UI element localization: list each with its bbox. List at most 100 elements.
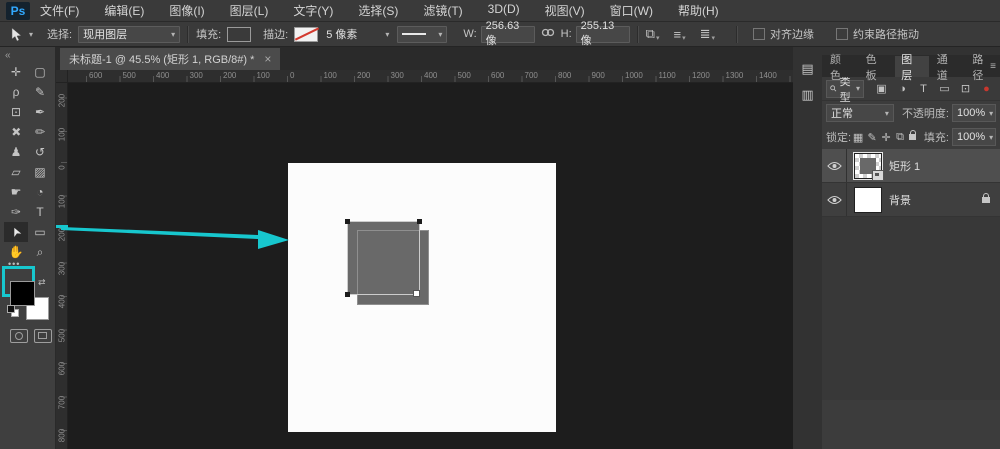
fill-swatch[interactable]	[227, 26, 252, 42]
options-divider	[736, 25, 738, 43]
eraser-tool[interactable]: ▱	[4, 162, 28, 182]
menu-item[interactable]: 文字(Y)	[293, 2, 333, 19]
stroke-size-chevron-icon[interactable]: ▾	[385, 30, 389, 39]
layer-list: 矩形 1 背景	[822, 149, 1000, 400]
healing-brush-tool[interactable]: ✚	[4, 122, 28, 142]
tab-close-icon[interactable]: ×	[264, 52, 271, 66]
path-operations-chevron-icon: ▾	[655, 35, 660, 42]
stroke-size-value[interactable]: 5 像素	[326, 26, 357, 42]
align-edges-checkbox[interactable]	[753, 28, 765, 40]
panel-tab-色板[interactable]: 色板	[860, 54, 894, 82]
constrain-path-checkbox[interactable]	[836, 28, 848, 40]
layer-name[interactable]: 矩形 1	[889, 158, 920, 174]
ruler-label: 400	[57, 294, 67, 309]
panel-tab-颜色[interactable]: 颜色	[824, 54, 858, 82]
path-arrangement-icon: ≣	[699, 26, 711, 41]
horizontal-ruler[interactable]: 600 500 400 300 200 100 0 100 200 300 400 500 600 700…	[68, 70, 793, 83]
quick-selection-tool[interactable]: ✎	[28, 82, 52, 102]
crop-tool[interactable]: ⊡	[4, 102, 28, 122]
panel-tab-通道[interactable]: 通道	[931, 54, 965, 82]
path-selection-tool[interactable]: ➤	[4, 222, 28, 242]
layer-row-background[interactable]: 背景	[822, 183, 1000, 217]
menu-item[interactable]: 帮助(H)	[678, 2, 719, 19]
panel-menu-icon[interactable]: ≡	[990, 61, 996, 72]
width-input[interactable]: 256.63像	[480, 20, 535, 47]
layer-thumbnail[interactable]	[854, 186, 882, 213]
lock-position-icon[interactable]: ✛	[880, 131, 892, 144]
path-operations-button[interactable]: ⧉ ▾	[646, 26, 660, 42]
lasso-tool-icon: ρ	[12, 85, 20, 99]
lock-all-icon[interactable]	[909, 130, 916, 140]
eye-icon	[826, 195, 842, 204]
layer-visibility-toggle[interactable]	[822, 183, 847, 216]
collapsed-panel-history-icon[interactable]: ▤	[799, 61, 816, 76]
history-brush-tool[interactable]: ↺	[28, 142, 52, 162]
ruler-corner[interactable]	[56, 70, 68, 83]
opacity-input[interactable]: 100% ▾	[952, 104, 996, 122]
menu-item[interactable]: 视图(V)	[545, 2, 585, 19]
height-input[interactable]: 255.13像	[575, 20, 630, 47]
panel-fill-input[interactable]: 100% ▾	[951, 128, 996, 146]
menu-item[interactable]: 选择(S)	[358, 2, 398, 19]
zoom-tool[interactable]: ⌕	[28, 242, 52, 262]
opacity-chevron-icon: ▾	[989, 108, 994, 118]
dodge-tool[interactable]: ◔	[28, 182, 52, 202]
photoshop-logo: Ps	[6, 1, 30, 20]
path-alignment-button[interactable]: ≡ ▾	[673, 27, 685, 42]
pen-tool[interactable]: ✑	[4, 202, 28, 222]
vertical-ruler[interactable]: 200 100 0 100 200 300 400 500 600 700 800	[56, 83, 68, 449]
quick-mask-button[interactable]	[10, 329, 28, 343]
stroke-style-dropdown[interactable]: ▾	[397, 25, 448, 43]
quick-selection-tool-icon: ✎	[34, 85, 46, 99]
tool-preset-chevron-icon[interactable]: ▾	[29, 30, 33, 39]
constrain-path-label: 约束路径拖动	[853, 29, 919, 41]
path-anchor-top-right[interactable]	[417, 219, 422, 224]
opacity-label: 不透明度:	[901, 108, 949, 120]
collapsed-panel-properties-icon[interactable]: ▥	[799, 87, 816, 102]
blend-mode-dropdown[interactable]: 正常 ▾	[826, 104, 894, 122]
eyedropper-tool[interactable]: ✒	[28, 102, 52, 122]
move-tool[interactable]: ✛	[4, 62, 28, 82]
type-tool[interactable]: T	[28, 202, 52, 222]
ruler-label: 1100	[658, 71, 676, 80]
layer-name[interactable]: 背景	[889, 192, 911, 208]
document-tab[interactable]: 未标题-1 @ 45.5% (矩形 1, RGB/8#) * ×	[60, 48, 281, 70]
default-colors-icon[interactable]	[7, 305, 19, 317]
rectangular-marquee-tool[interactable]: ▢	[28, 62, 52, 82]
lasso-tool[interactable]: ρ	[4, 82, 28, 102]
menu-item[interactable]: 图层(L)	[230, 2, 269, 19]
path-anchor-bottom-left[interactable]	[345, 292, 350, 297]
swap-colors-icon[interactable]: ⇄	[38, 277, 46, 288]
link-dimensions-icon[interactable]	[541, 28, 555, 40]
smudge-tool[interactable]: ☛	[4, 182, 28, 202]
path-anchor-bottom-right[interactable]	[413, 290, 420, 297]
edit-toolbar-icon[interactable]: •••	[8, 259, 20, 269]
layer-thumbnail[interactable]	[853, 151, 884, 181]
ruler-label: 100	[57, 194, 67, 208]
gradient-tool[interactable]: ▨	[28, 162, 52, 182]
path-arrangement-button[interactable]: ≣ ▾	[700, 26, 715, 42]
layer-row-rectangle-1[interactable]: 矩形 1	[822, 149, 1000, 183]
clone-stamp-tool[interactable]: ♟	[4, 142, 28, 162]
menu-item[interactable]: 图像(I)	[169, 2, 204, 19]
lock-transparent-pixels-icon[interactable]: ▦	[852, 131, 864, 144]
menu-item[interactable]: 编辑(E)	[104, 2, 144, 19]
lock-artboard-icon[interactable]: ⧉	[894, 131, 906, 144]
menubar: Ps 文件(F) 编辑(E) 图像(I) 图层(L) 文字(Y) 选择(S) 滤镜(T) 3D…	[0, 0, 1000, 22]
rectangle-tool[interactable]: ▭	[28, 222, 52, 242]
stroke-swatch[interactable]	[294, 26, 319, 42]
menu-item[interactable]: 3D(D)	[488, 2, 520, 19]
foreground-color-swatch[interactable]	[10, 281, 35, 306]
layer-visibility-toggle[interactable]	[822, 149, 847, 182]
lock-image-pixels-icon[interactable]: ✎	[866, 131, 878, 144]
menu-item[interactable]: 文件(F)	[40, 2, 79, 19]
menu-item[interactable]: 滤镜(T)	[423, 2, 462, 19]
panel-tab-图层[interactable]: 图层	[895, 54, 929, 82]
path-anchor-top-left[interactable]	[345, 219, 350, 224]
brush-tool[interactable]: ✏	[28, 122, 52, 142]
menu-item[interactable]: 窗口(W)	[610, 2, 653, 19]
select-mode-dropdown[interactable]: 现用图层 ▾	[78, 25, 181, 43]
screen-mode-button[interactable]	[34, 329, 52, 343]
active-tool-icon[interactable]	[10, 26, 23, 42]
toolbar-collapse-icon[interactable]: «	[5, 50, 10, 61]
